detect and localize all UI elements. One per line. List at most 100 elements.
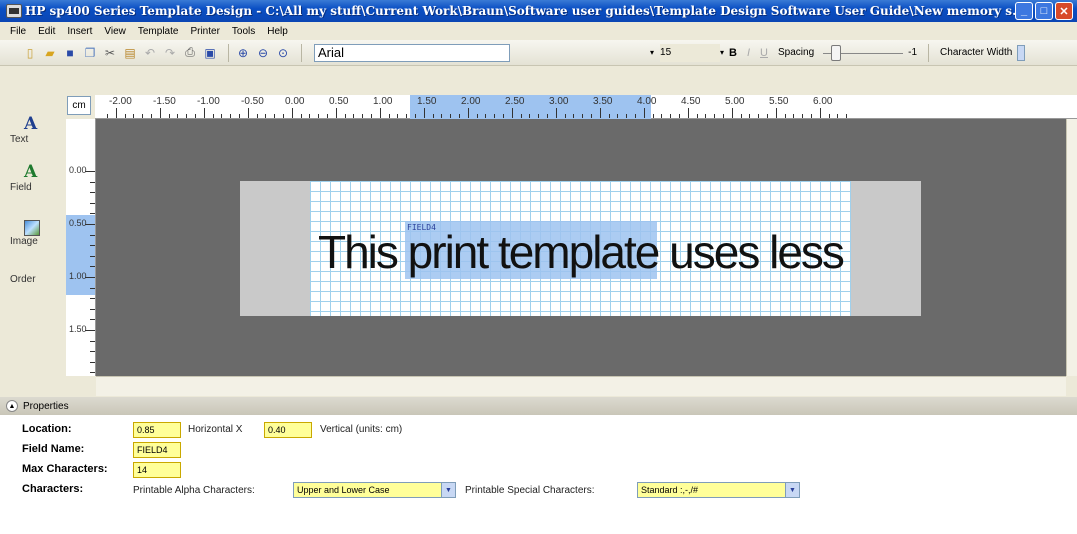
max-characters-label: Max Characters:: [22, 463, 108, 475]
toolbar: ▯ ▰ ■ ❐ ✂ ▤ ↶ ↷ ⎙ ▣ ⊕ ⊖ ⊙ Arial ▾ 15 ▾ B…: [0, 40, 1077, 66]
save-icon[interactable]: ■: [62, 45, 78, 61]
italic-button[interactable]: I: [747, 47, 750, 59]
characters-label: Characters:: [22, 483, 84, 495]
ruler-label: 2.00: [461, 96, 481, 107]
field-tool-label: Field: [10, 182, 32, 193]
menu-file[interactable]: File: [4, 26, 32, 37]
menu-view[interactable]: View: [98, 26, 132, 37]
ruler-tick: [626, 114, 628, 118]
horizontal-scrollbar[interactable]: [96, 376, 1066, 396]
menu-edit[interactable]: Edit: [32, 26, 61, 37]
redo-icon[interactable]: ↷: [162, 45, 178, 61]
vertical-ruler: 0.00 0.50 1.00 1.50: [66, 119, 96, 376]
ruler-tick: [300, 114, 302, 118]
ruler-label: 5.00: [725, 96, 745, 107]
location-x-input[interactable]: 0.85: [133, 422, 181, 438]
ruler-tick: [90, 372, 95, 374]
alpha-characters-label: Printable Alpha Characters:: [133, 485, 255, 496]
ruler-tick: [212, 114, 214, 118]
print-preview-icon[interactable]: ▣: [202, 45, 218, 61]
spacing-value: -1: [908, 47, 918, 58]
ruler-tick: [819, 108, 821, 118]
menu-help[interactable]: Help: [261, 26, 294, 37]
dropdown-arrow-icon[interactable]: ▾: [720, 48, 724, 57]
properties-title: Properties: [23, 400, 69, 412]
ruler-tick: [291, 108, 293, 118]
menu-template[interactable]: Template: [132, 26, 185, 37]
ruler-tick: [327, 114, 328, 118]
units-selector[interactable]: cm: [67, 96, 91, 115]
ruler-tick: [538, 114, 540, 118]
text-tool-icon: A: [24, 114, 38, 134]
text-tool[interactable]: A Text: [4, 114, 62, 145]
new-icon[interactable]: ▯: [22, 45, 38, 61]
ruler-label: 1.00: [69, 271, 87, 281]
ruler-tick: [90, 319, 95, 321]
menu-printer[interactable]: Printer: [184, 26, 225, 37]
label-grid[interactable]: FIELD4 This print template uses less: [310, 181, 851, 316]
order-tool[interactable]: Order: [4, 274, 62, 285]
spacing-slider[interactable]: [823, 44, 904, 62]
ruler-tick: [159, 108, 161, 118]
window-title: HP sp400 Series Template Design - C:\All…: [25, 4, 1015, 18]
ruler-tick: [423, 108, 425, 118]
properties-header[interactable]: ▲ Properties: [0, 397, 1077, 415]
ruler-tick: [85, 224, 95, 225]
ruler-tick: [573, 114, 575, 118]
chevron-down-icon[interactable]: ▼: [441, 483, 455, 497]
menu-insert[interactable]: Insert: [61, 26, 98, 37]
paste-icon[interactable]: ▤: [122, 45, 138, 61]
copy-icon[interactable]: ❐: [82, 45, 98, 61]
zoom-fit-icon[interactable]: ⊙: [275, 45, 291, 61]
ruler-tick: [142, 114, 144, 118]
menu-tools[interactable]: Tools: [226, 26, 261, 37]
ruler-tick: [661, 114, 663, 118]
template-text[interactable]: This print template uses less: [318, 225, 845, 279]
vertical-scrollbar[interactable]: [1066, 119, 1077, 376]
ruler-label: -1.50: [153, 96, 176, 107]
minimize-button[interactable]: _: [1015, 2, 1033, 20]
character-width-dropdown-icon[interactable]: [1017, 44, 1026, 61]
underline-button[interactable]: U: [760, 47, 768, 59]
maximize-button[interactable]: □: [1035, 2, 1053, 20]
ruler-tick: [85, 330, 95, 331]
vertical-label: Vertical (units: cm): [320, 424, 403, 435]
print-icon[interactable]: ⎙: [182, 45, 198, 61]
field-name-input[interactable]: FIELD4: [133, 442, 181, 458]
dropdown-arrow-icon[interactable]: ▾: [650, 48, 654, 57]
design-canvas[interactable]: FIELD4 This print template uses less: [96, 119, 1066, 376]
ruler-label: 1.50: [417, 96, 437, 107]
ruler-label: -0.50: [241, 96, 264, 107]
field-tool[interactable]: A Field: [4, 162, 62, 193]
ruler-tick: [775, 108, 777, 118]
ruler-tick: [90, 202, 95, 204]
spacing-slider-thumb[interactable]: [831, 44, 842, 61]
ruler-tick: [283, 114, 284, 118]
open-folder-icon[interactable]: ▰: [42, 45, 58, 61]
zoom-in-icon[interactable]: ⊕: [235, 45, 251, 61]
font-select[interactable]: Arial: [314, 43, 510, 62]
undo-icon[interactable]: ↶: [142, 45, 158, 61]
ruler-tick: [344, 114, 346, 118]
ruler-tick: [485, 114, 487, 118]
max-characters-input[interactable]: 14: [133, 462, 181, 478]
character-width-label: Character Width: [940, 47, 1013, 58]
ruler-tick: [353, 114, 355, 118]
bold-button[interactable]: B: [729, 47, 737, 59]
special-characters-select[interactable]: Standard :,-,/# ▼: [637, 482, 800, 498]
chevron-down-icon[interactable]: ▼: [785, 483, 799, 497]
field-name-label: Field Name:: [22, 443, 85, 455]
font-size-select[interactable]: 15: [660, 43, 721, 62]
ruler-tick: [749, 114, 751, 118]
cut-icon[interactable]: ✂: [102, 45, 118, 61]
image-tool-icon: [24, 220, 40, 236]
close-button[interactable]: ✕: [1055, 2, 1073, 20]
ruler-tick: [599, 108, 601, 118]
ruler-label: -2.00: [109, 96, 132, 107]
location-y-input[interactable]: 0.40: [264, 422, 312, 438]
image-tool[interactable]: Image: [4, 220, 62, 247]
zoom-out-icon[interactable]: ⊖: [255, 45, 271, 61]
alpha-characters-select[interactable]: Upper and Lower Case ▼: [293, 482, 456, 498]
ruler-tick: [239, 114, 240, 118]
collapse-icon[interactable]: ▲: [6, 400, 18, 412]
